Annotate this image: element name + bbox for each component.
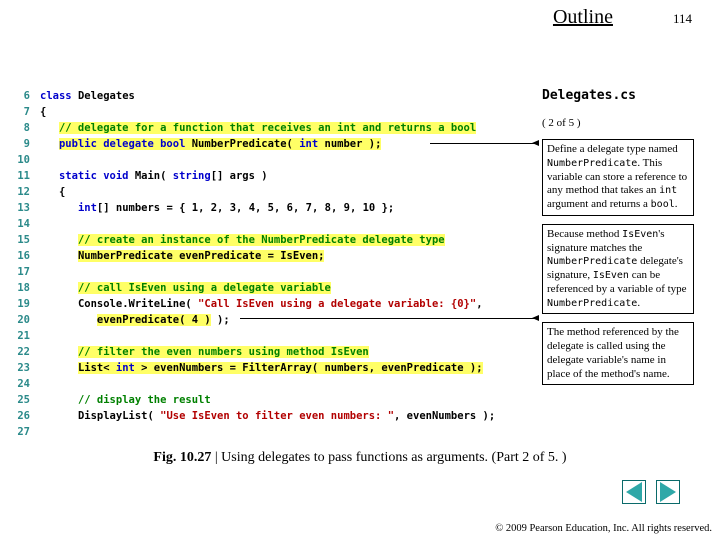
caption-text: Using delegates to pass functions as arg… bbox=[221, 450, 566, 465]
callout-text: Define a delegate type named bbox=[547, 143, 678, 155]
callout-arrow bbox=[240, 318, 538, 319]
slide-header: Outline 114 bbox=[553, 6, 692, 29]
line-number: 14 bbox=[8, 216, 30, 232]
code-line: 19 Console.WriteLine( "Call IsEven using… bbox=[8, 296, 538, 312]
triangle-right-icon bbox=[660, 482, 676, 502]
line-number: 24 bbox=[8, 376, 30, 392]
line-number: 8 bbox=[8, 120, 30, 136]
line-number: 17 bbox=[8, 264, 30, 280]
code-line: 8 // delegate for a function that receiv… bbox=[8, 120, 538, 136]
callout-code: NumberPredicate bbox=[547, 298, 637, 309]
code-line: 14 bbox=[8, 216, 538, 232]
code-content: evenPredicate( 4 ) ); bbox=[40, 312, 230, 328]
code-line: 13 int[] numbers = { 1, 2, 3, 4, 5, 6, 7… bbox=[8, 200, 538, 216]
line-number: 6 bbox=[8, 88, 30, 104]
page-number: 114 bbox=[673, 11, 692, 27]
code-line: 16 NumberPredicate evenPredicate = IsEve… bbox=[8, 248, 538, 264]
next-button[interactable] bbox=[656, 480, 680, 504]
line-number: 15 bbox=[8, 232, 30, 248]
code-line: 11 static void Main( string[] args ) bbox=[8, 168, 538, 184]
code-line: 15 // create an instance of the NumberPr… bbox=[8, 232, 538, 248]
callout-code: NumberPredicate bbox=[547, 256, 637, 267]
outline-link[interactable]: Outline bbox=[553, 6, 613, 29]
prev-button[interactable] bbox=[622, 480, 646, 504]
callout-arrow bbox=[430, 143, 538, 144]
code-line: 27 bbox=[8, 424, 538, 440]
line-number: 19 bbox=[8, 296, 30, 312]
line-number: 16 bbox=[8, 248, 30, 264]
code-content: NumberPredicate evenPredicate = IsEven; bbox=[40, 248, 324, 264]
code-listing: 6class Delegates7{8 // delegate for a fu… bbox=[8, 88, 538, 440]
callout-code: IsEven bbox=[622, 229, 658, 240]
code-line: 21 bbox=[8, 328, 538, 344]
code-line: 12 { bbox=[8, 184, 538, 200]
code-line: 7{ bbox=[8, 104, 538, 120]
line-number: 18 bbox=[8, 280, 30, 296]
code-line: 25 // display the result bbox=[8, 392, 538, 408]
slide-nav bbox=[622, 480, 680, 504]
code-line: 24 bbox=[8, 376, 538, 392]
code-content: // delegate for a function that receives… bbox=[40, 120, 476, 136]
code-content: List< int > evenNumbers = FilterArray( n… bbox=[40, 360, 483, 376]
code-content: DisplayList( "Use IsEven to filter even … bbox=[40, 408, 495, 424]
line-number: 7 bbox=[8, 104, 30, 120]
code-line: 6 class Delegates bbox=[8, 88, 538, 104]
part-info: ( 2 of 5 ) bbox=[542, 117, 694, 129]
callout-code: bool bbox=[651, 199, 675, 210]
callout-text: . bbox=[675, 198, 678, 210]
line-number: 9 bbox=[8, 136, 30, 152]
line-number: 11 bbox=[8, 168, 30, 184]
line-number: 26 bbox=[8, 408, 30, 424]
line-number: 27 bbox=[8, 424, 30, 440]
code-content: // call IsEven using a delegate variable bbox=[40, 280, 331, 296]
line-number: 21 bbox=[8, 328, 30, 344]
callout-box: Define a delegate type named NumberPredi… bbox=[542, 139, 694, 216]
code-content: class Delegates bbox=[40, 88, 135, 104]
code-line: 10 bbox=[8, 152, 538, 168]
code-content: public delegate bool NumberPredicate( in… bbox=[40, 136, 381, 152]
line-number: 12 bbox=[8, 184, 30, 200]
code-line: 9 public delegate bool NumberPredicate( … bbox=[8, 136, 538, 152]
copyright-notice: © 2009 Pearson Education, Inc. All right… bbox=[495, 523, 712, 536]
code-content: static void Main( string[] args ) bbox=[40, 168, 268, 184]
callout-box: The method referenced by the delegate is… bbox=[542, 322, 694, 385]
code-line: 23 List< int > evenNumbers = FilterArray… bbox=[8, 360, 538, 376]
line-number: 13 bbox=[8, 200, 30, 216]
line-number: 20 bbox=[8, 312, 30, 328]
code-content: { bbox=[40, 104, 46, 120]
line-number: 25 bbox=[8, 392, 30, 408]
callout-code: NumberPredicate bbox=[547, 158, 637, 169]
code-content: Console.WriteLine( "Call IsEven using a … bbox=[40, 296, 483, 312]
figure-caption: Fig. 10.27 | Using delegates to pass fun… bbox=[0, 450, 720, 466]
callout-code: int bbox=[659, 185, 677, 196]
code-line: 22 // filter the even numbers using meth… bbox=[8, 344, 538, 360]
callout-text: argument and returns a bbox=[547, 198, 651, 210]
triangle-left-icon bbox=[626, 482, 642, 502]
line-number: 22 bbox=[8, 344, 30, 360]
code-line: 26 DisplayList( "Use IsEven to filter ev… bbox=[8, 408, 538, 424]
caption-separator: | bbox=[211, 450, 221, 465]
code-content: // filter the even numbers using method … bbox=[40, 344, 369, 360]
annotation-sidebar: Delegates.cs ( 2 of 5 ) Define a delegat… bbox=[542, 88, 694, 393]
figure-number: Fig. 10.27 bbox=[153, 450, 211, 465]
callout-text: . bbox=[637, 297, 640, 309]
code-line: 17 bbox=[8, 264, 538, 280]
code-content: { bbox=[40, 184, 65, 200]
code-content: int[] numbers = { 1, 2, 3, 4, 5, 6, 7, 8… bbox=[40, 200, 394, 216]
code-line: 20 evenPredicate( 4 ) ); bbox=[8, 312, 538, 328]
line-number: 10 bbox=[8, 152, 30, 168]
callout-box: Because method IsEven's signature matche… bbox=[542, 224, 694, 315]
callout-text: Because method bbox=[547, 228, 622, 240]
code-content: // display the result bbox=[40, 392, 211, 408]
source-filename: Delegates.cs bbox=[542, 88, 694, 103]
code-content: // create an instance of the NumberPredi… bbox=[40, 232, 445, 248]
callout-text: The method referenced by the delegate is… bbox=[547, 326, 679, 379]
callout-code: IsEven bbox=[593, 270, 629, 281]
code-line: 18 // call IsEven using a delegate varia… bbox=[8, 280, 538, 296]
line-number: 23 bbox=[8, 360, 30, 376]
